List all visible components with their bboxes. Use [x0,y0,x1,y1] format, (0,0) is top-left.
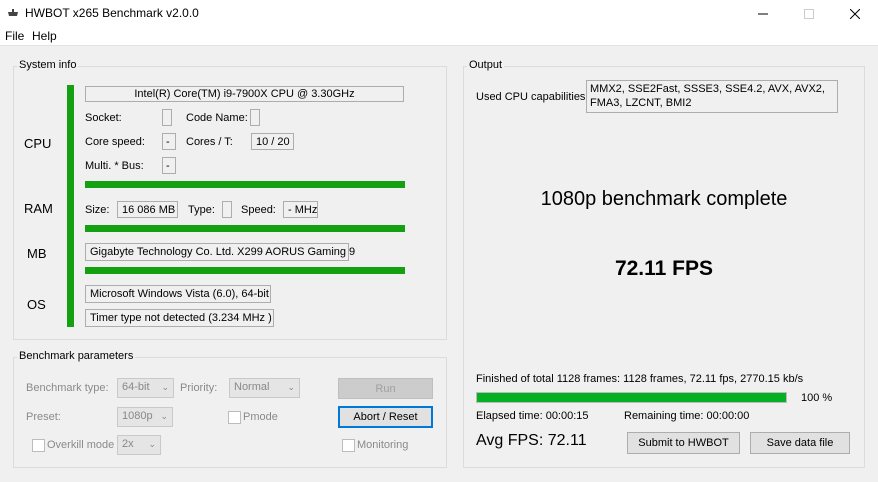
progress-label: 100 % [801,392,833,404]
cpu-separator [85,181,405,188]
overkill-value: 2x [122,438,134,450]
chevron-down-icon: ⌄ [161,382,169,392]
app-icon [8,9,18,16]
ram-type-field [222,201,232,218]
mb-separator [85,267,405,274]
cores-label: Cores / T: [186,136,233,148]
maximize-icon [804,9,814,19]
benchmark-type-value: 64-bit [122,381,150,393]
ram-separator [85,225,405,232]
ram-type-label: Type: [188,204,215,216]
multi-field: - [162,157,176,174]
ram-size-label: Size: [85,204,110,216]
benchmark-type-select[interactable]: 64-bit ⌄ [117,378,174,398]
progress-bar [476,392,787,403]
overkill-select[interactable]: 2x ⌄ [117,435,161,455]
chevron-down-icon: ⌄ [160,411,168,421]
ram-label: RAM [24,201,53,216]
menu-bar: File Help [0,27,878,46]
elapsed-time: Elapsed time: 00:00:15 [476,410,589,422]
close-icon [850,9,860,19]
chevron-down-icon: ⌄ [287,382,295,392]
system-info-title: System info [17,59,79,71]
timer-field: Timer type not detected (3.234 MHz ) [85,309,274,327]
output-title: Output [467,59,505,71]
benchmark-type-label: Benchmark type: [26,382,109,394]
cpu-name-field: Intel(R) Core(TM) i9-7900X CPU @ 3.30GHz [85,86,404,102]
minimize-icon [758,13,768,15]
cpu-caps-label: Used CPU capabilities: [476,91,589,103]
monitoring-checkbox[interactable] [342,439,355,452]
os-field: Microsoft Windows Vista (6.0), 64-bit [85,285,271,303]
remaining-time: Remaining time: 00:00:00 [624,410,750,422]
progress-fill [477,393,786,402]
title-bar: HWBOT x265 Benchmark v2.0.0 [0,0,878,28]
pmode-checkbox[interactable] [228,411,241,424]
socket-field [162,109,172,126]
codename-label: Code Name: [186,112,248,124]
pmode-label: Pmode [243,411,278,423]
cores-field: 10 / 20 [251,133,294,150]
cpu-label: CPU [24,136,52,151]
priority-label: Priority: [180,382,218,394]
priority-select[interactable]: Normal ⌄ [229,378,300,398]
submit-hwbot-button[interactable]: Submit to HWBOT [627,432,740,454]
fps-result: 72.11 FPS [614,257,714,280]
ram-speed-field: - MHz [283,201,318,218]
multi-label: Multi. * Bus: [85,160,144,172]
close-button[interactable] [832,0,878,28]
avg-fps: Avg FPS: 72.11 [476,432,587,449]
minimize-button[interactable] [740,0,786,28]
save-data-button[interactable]: Save data file [750,432,850,454]
abort-reset-button[interactable]: Abort / Reset [338,406,433,428]
overkill-label: Overkill mode [47,439,115,451]
overkill-checkbox[interactable] [32,439,45,452]
core-speed-field: - [162,133,176,150]
finished-text: Finished of total 1128 frames: 1128 fram… [476,373,804,385]
window-title: HWBOT x265 Benchmark v2.0.0 [25,6,199,20]
monitoring-label: Monitoring [357,439,409,451]
priority-value: Normal [234,381,270,393]
section-divider-bar [67,85,74,327]
preset-label: Preset: [26,411,61,423]
maximize-button[interactable] [786,0,832,28]
menu-file[interactable]: File [5,29,24,43]
ram-speed-label: Speed: [241,204,276,216]
os-label: OS [27,297,46,312]
run-button[interactable]: Run [338,378,433,399]
core-speed-label: Core speed: [85,136,145,148]
codename-field [250,109,260,126]
ram-size-field: 16 086 MB [117,201,178,218]
chevron-down-icon: ⌄ [148,439,156,449]
benchmark-params-title: Benchmark parameters [17,350,136,362]
mb-label: MB [27,246,47,261]
preset-select[interactable]: 1080p ⌄ [117,407,173,427]
menu-help[interactable]: Help [32,29,57,43]
socket-label: Socket: [85,112,122,124]
mb-field: Gigabyte Technology Co. Ltd. X299 AORUS … [85,243,355,261]
cpu-caps-field: MMX2, SSE2Fast, SSSE3, SSE4.2, AVX, AVX2… [586,80,838,113]
preset-value: 1080p [122,410,153,422]
status-text: 1080p benchmark complete [540,188,788,210]
